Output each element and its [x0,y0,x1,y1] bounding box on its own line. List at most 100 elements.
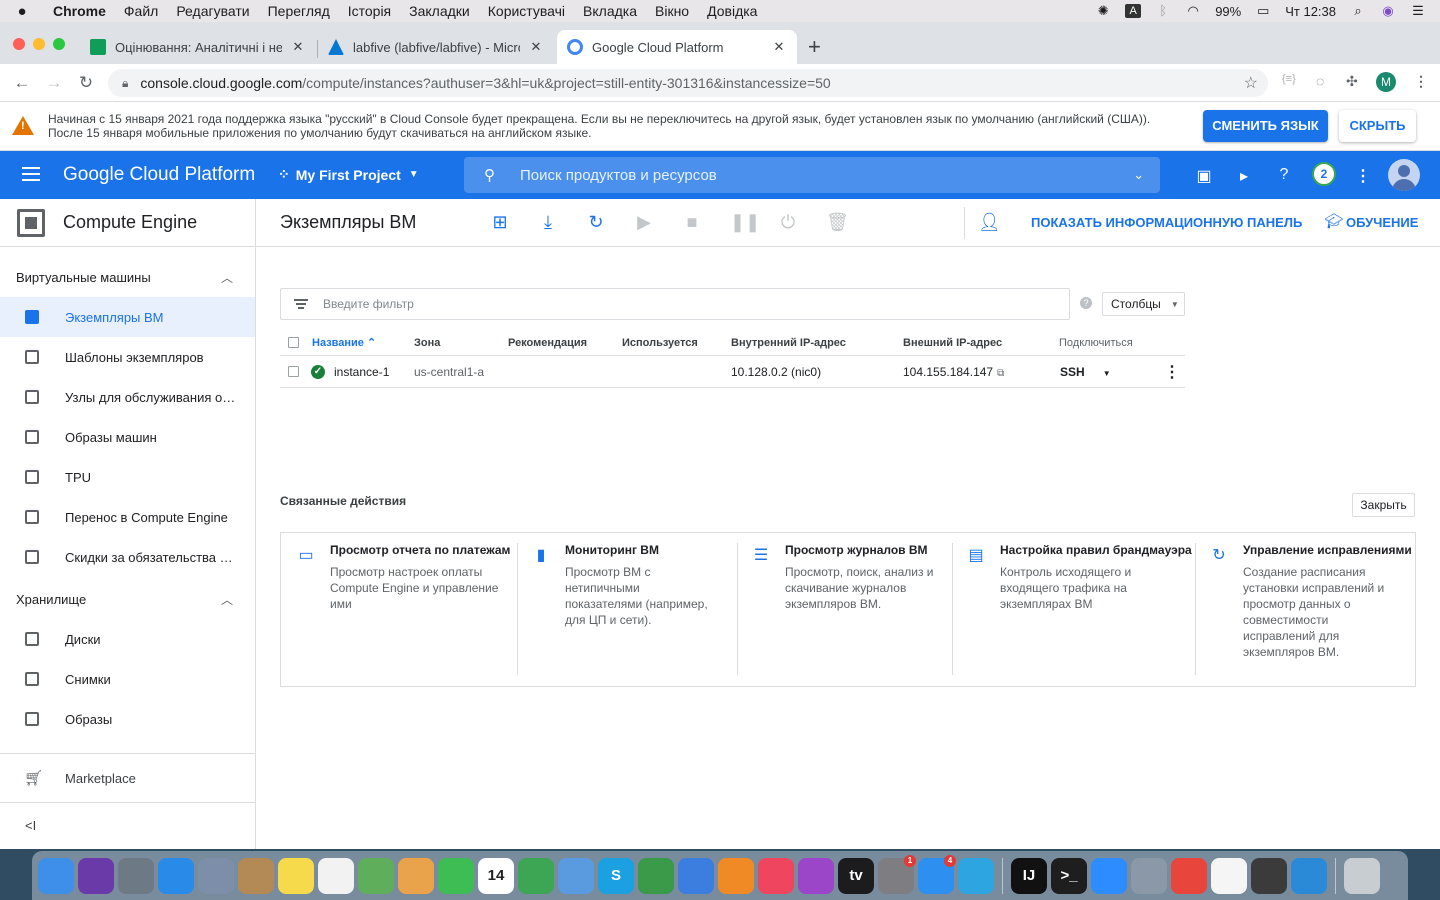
row-checkbox[interactable] [288,366,299,377]
input-source-icon[interactable]: A [1125,4,1142,18]
sidebar-item-machine-images[interactable]: Образы машин [0,417,255,457]
reset-icon[interactable]: ⏻ [778,212,798,232]
numbers-dock-icon[interactable] [638,857,674,894]
related-card-patch[interactable]: ↻ Управление исправлениями Создание расп… [1208,543,1412,675]
column-header-name[interactable]: Название ⌃ [312,336,376,349]
tab-azure-devops[interactable]: labfive (labfive/labfive) - Micro… ✕ [318,30,554,64]
column-header-internal-ip[interactable]: Внутренний IP-адрес [731,337,846,349]
delete-icon[interactable]: 🗑︎ [826,212,849,232]
sidebar-item-sole-tenant-nodes[interactable]: Узлы для обслуживания о… [0,377,255,417]
intellij-dock-icon[interactable]: IJ [1011,857,1047,894]
tab-google-cloud[interactable]: Google Cloud Platform ✕ [557,30,797,64]
control-center-icon[interactable]: ☰ [1410,4,1426,18]
menu-help[interactable]: Довідка [698,3,766,19]
back-icon[interactable]: ← [6,73,38,93]
tv-dock-icon[interactable]: tv [838,857,874,894]
card-title[interactable]: Мониторинг ВМ [565,543,659,557]
account-avatar[interactable] [1388,159,1420,191]
close-tab-icon[interactable]: ✕ [771,39,787,55]
menu-window[interactable]: Вікно [646,3,698,19]
card-title[interactable]: Просмотр журналов ВМ [785,543,928,557]
card-title[interactable]: Просмотр отчета по платежам [330,543,510,557]
sidebar-item-instance-templates[interactable]: Шаблоны экземпляров [0,337,255,377]
hide-banner-button[interactable]: СКРЫТЬ [1339,110,1416,142]
profile-avatar[interactable]: M [1376,72,1396,92]
siri-icon[interactable]: ◉ [1380,4,1396,18]
column-header-external-ip[interactable]: Внешний IP-адрес [903,337,1002,349]
brightness-icon[interactable]: ✺ [1095,4,1111,18]
messages-dock-icon[interactable] [438,857,474,894]
column-header-in-use[interactable]: Используется [622,337,698,349]
section-vm[interactable]: Виртуальные машины ︿ [0,257,255,297]
spotlight-icon[interactable]: ⌕ [1350,4,1366,18]
import-vm-icon[interactable]: ⤓ [538,212,558,232]
calendar-dock-icon[interactable]: 14 [478,857,514,894]
hamburger-menu-icon[interactable] [22,167,40,185]
lock-icon[interactable]: 🔒︎ [122,76,128,91]
card-title[interactable]: Управление исправлениями [1243,543,1412,557]
chrome-menu-icon[interactable]: ⋮ [1414,73,1428,90]
siri-dock-icon[interactable] [78,857,114,894]
learn-button[interactable]: ОБУЧЕНИЕ [1346,215,1418,230]
related-card-firewall[interactable]: ▤ Настройка правил брандмауэра Контроль … [965,543,1191,675]
contacts-dock-icon[interactable] [238,857,274,894]
zoom-window-button[interactable] [53,38,65,50]
menu-people[interactable]: Користувачі [479,3,574,19]
new-tab-icon[interactable]: + [808,34,821,60]
instance-name-link[interactable]: instance-1 [334,365,389,379]
filter-help-icon[interactable]: ? [1080,297,1092,309]
facetime-dock-icon[interactable] [518,857,554,894]
bookmark-star-icon[interactable]: ☆ [1244,73,1258,93]
add-member-icon[interactable]: 👤︎ [978,212,1001,232]
chevron-up-icon[interactable]: ︿ [221,269,233,286]
bluetooth-icon[interactable]: ᛒ [1155,4,1171,18]
apple-menu-icon[interactable]: ● [0,3,44,20]
select-all-checkbox[interactable] [288,337,299,348]
telegram-dock-icon[interactable] [958,857,994,894]
launchpad-dock-icon[interactable] [118,857,154,894]
menu-bookmarks[interactable]: Закладки [400,3,479,19]
sidebar-item-migrate[interactable]: Перенос в Compute Engine [0,497,255,537]
screenshot-dock-icon[interactable] [1131,857,1167,894]
ssh-dropdown[interactable]: SSH ▼ [1060,365,1111,379]
create-instance-icon[interactable]: ⊞ [490,212,510,232]
extension-icon[interactable]: {≡} [1282,73,1296,85]
extension-icon[interactable]: ◌ [1316,73,1324,89]
more-vert-icon[interactable]: ⋮ [1354,166,1372,186]
search-input[interactable]: ⚲ Поиск продуктов и ресурсов ⌄ [464,157,1160,193]
forward-icon[interactable]: → [38,73,70,93]
filter-input[interactable]: Введите фильтр [280,288,1070,320]
row-more-actions-icon[interactable]: ⋮ [1164,362,1180,382]
sidebar-item-tpu[interactable]: TPU [0,457,255,497]
sublime-dock-icon[interactable] [1251,857,1287,894]
mail-dock-icon[interactable] [558,857,594,894]
trash-dock-icon[interactable] [1344,857,1380,894]
collapse-sidebar-button[interactable]: <I [0,802,255,848]
zoom-dock-icon[interactable] [1091,857,1127,894]
system-preferences-dock-icon[interactable]: 1 [878,854,916,894]
start-icon[interactable]: ▶ [634,212,654,232]
related-card-logs[interactable]: ☰ Просмотр журналов ВМ Просмотр, поиск, … [750,543,950,675]
chevron-up-icon[interactable]: ︿ [221,591,233,608]
app-store-dock-icon[interactable]: 4 [918,854,956,894]
instance-external-ip[interactable]: 104.155.184.147 ⧉ [903,365,1004,379]
wifi-icon[interactable]: ◠ [1185,4,1201,18]
podcasts-dock-icon[interactable] [798,857,834,894]
sidebar-item-images[interactable]: Образы [0,699,255,739]
sidebar-item-disks[interactable]: Диски [0,619,255,659]
safari-dock-icon[interactable] [158,857,194,894]
address-bar[interactable]: 🔒︎ console.cloud.google.com/compute/inst… [108,69,1268,97]
maps-dock-icon[interactable] [358,857,394,894]
extensions-puzzle-icon[interactable]: ✣ [1346,73,1358,90]
slack-dock-icon[interactable] [1211,857,1247,894]
chrome-dock-icon[interactable] [1171,857,1207,894]
battery-icon[interactable]: ▭ [1255,4,1271,18]
sidebar-item-committed-use-discounts[interactable]: Скидки за обязательства … [0,537,255,577]
reload-icon[interactable]: ↻ [70,73,102,93]
vscode-dock-icon[interactable] [1291,857,1327,894]
menu-history[interactable]: Історія [339,3,400,19]
menu-edit[interactable]: Редагувати [167,3,258,19]
sidebar-item-marketplace[interactable]: 🛒︎ Marketplace [0,754,255,802]
stop-icon[interactable]: ■ [682,212,702,232]
clock[interactable]: Чт 12:38 [1285,4,1336,19]
